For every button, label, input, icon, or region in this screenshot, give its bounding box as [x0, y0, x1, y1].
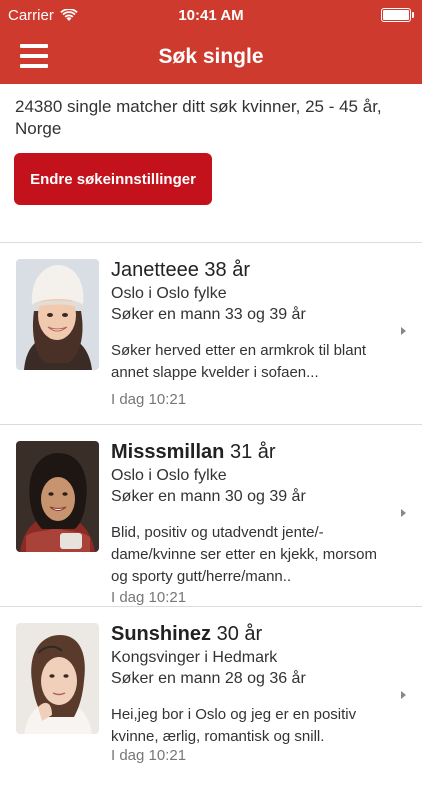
profile-name: Sunshinez: [111, 623, 212, 645]
profile-card[interactable]: Sunshinez 30 år Kongsvinger i Hedmark Sø…: [0, 607, 422, 789]
profile-location: Oslo i Oslo fylke: [111, 467, 227, 484]
profile-time: I dag 10:21: [111, 391, 187, 408]
carrier-label: Carrier: [8, 6, 54, 24]
profile-location: Oslo i Oslo fylke: [111, 285, 227, 302]
status-bar: Carrier 10:41 AM: [0, 0, 422, 30]
status-time: 10:41 AM: [178, 6, 244, 24]
profile-time: I dag 10:21: [111, 589, 187, 606]
profile-card[interactable]: Janetteee 38 år Oslo i Oslo fylke Søker …: [0, 243, 422, 425]
change-search-settings-button[interactable]: Endre søkeinnstillinger: [14, 153, 212, 205]
menu-icon[interactable]: [20, 42, 48, 70]
profile-name-line: Misssmillan 31 år: [111, 441, 276, 464]
profile-description: Hei,jeg bor i Oslo og jeg er en positiv …: [111, 706, 357, 745]
wifi-icon: [60, 8, 78, 21]
chevron-right-icon: [401, 509, 406, 517]
profile-seeking: Søker en mann 28 og 36 år: [111, 670, 306, 687]
battery-icon: [381, 8, 414, 22]
profile-location: Kongsvinger i Hedmark: [111, 649, 278, 666]
profile-age: 30 år: [216, 623, 263, 645]
profile-description: Blid, positiv og utadvendt jente/-dame/k…: [111, 524, 377, 585]
profile-photo: [16, 259, 99, 370]
profile-age: 38 år: [204, 259, 251, 281]
profile-seeking: Søker en mann 33 og 39 år: [111, 306, 306, 323]
profile-card[interactable]: Misssmillan 31 år Oslo i Oslo fylke Søke…: [0, 425, 422, 607]
status-right: [284, 8, 414, 22]
chevron-right-icon: [401, 691, 406, 699]
status-left: Carrier: [8, 7, 138, 24]
page-title: Søk single: [158, 45, 264, 68]
profile-age: 31 år: [229, 441, 276, 463]
profile-name: Janetteee: [111, 259, 199, 281]
profile-description: Søker herved etter en armkrok til blant …: [111, 342, 367, 381]
search-summary: 24380 single matcher ditt søk kvinner, 2…: [15, 97, 382, 138]
profile-seeking: Søker en mann 30 og 39 år: [111, 488, 306, 505]
profile-name-line: Sunshinez 30 år: [111, 623, 262, 646]
chevron-right-icon: [401, 327, 406, 335]
profile-photo: [16, 441, 99, 552]
profile-name-line: Janetteee 38 år: [111, 259, 250, 282]
profile-photo: [16, 623, 99, 734]
profile-name: Misssmillan: [111, 441, 225, 463]
nav-bar: Søk single: [0, 30, 422, 84]
